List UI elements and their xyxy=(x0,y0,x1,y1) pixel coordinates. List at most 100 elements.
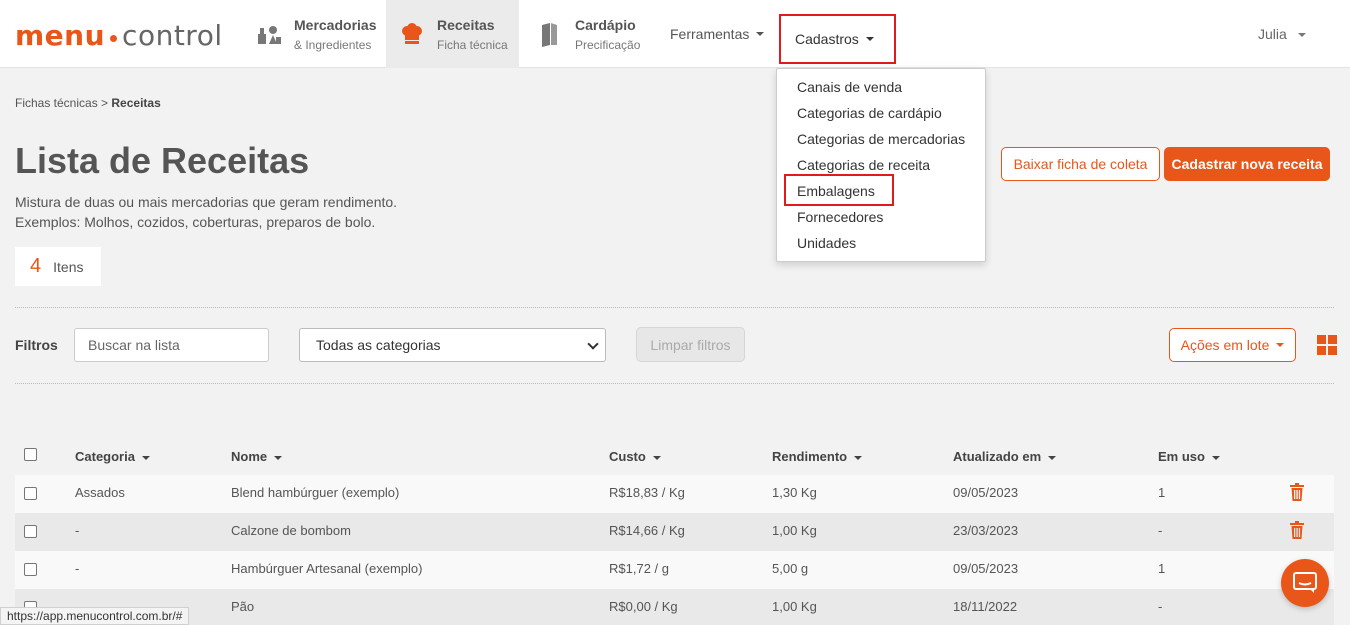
chat-icon xyxy=(1293,572,1317,593)
col-emuso-label: Em uso xyxy=(1158,449,1205,464)
breadcrumb-parent[interactable]: Fichas técnicas xyxy=(15,96,98,110)
cell-nome[interactable]: Blend hambúrguer (exemplo) xyxy=(231,485,399,500)
divider xyxy=(15,383,1334,384)
sort-icon xyxy=(274,455,283,460)
chevron-down-icon xyxy=(756,32,765,36)
row-checkbox[interactable] xyxy=(24,525,37,538)
bulk-actions-label: Ações em lote xyxy=(1180,337,1270,353)
select-all-checkbox[interactable] xyxy=(24,448,37,461)
logo-dot xyxy=(110,34,118,42)
sort-icon xyxy=(1211,455,1220,460)
nav-cardapio-subtitle: Precificação xyxy=(575,37,641,52)
cell-atualizado: 23/03/2023 xyxy=(953,523,1019,538)
sort-icon xyxy=(854,455,863,460)
breadcrumb: Fichas técnicas > Receitas xyxy=(15,96,161,110)
browser-status-bar: https://app.menucontrol.com.br/# xyxy=(0,607,190,625)
col-emuso[interactable]: Em uso xyxy=(1158,449,1220,464)
table-row[interactable]: Pão R$0,00 / Kg 1,00 Kg 18/11/2022 - xyxy=(15,589,1334,625)
col-nome-label: Nome xyxy=(231,449,268,464)
col-custo[interactable]: Custo xyxy=(609,449,661,464)
nav-receitas-subtitle: Ficha técnica xyxy=(437,37,508,52)
menu-item-unidades[interactable]: Unidades xyxy=(797,235,856,251)
table-row[interactable]: - Hambúrguer Artesanal (exemplo) R$1,72 … xyxy=(15,551,1334,589)
page-title: Lista de Receitas xyxy=(15,140,310,181)
cell-rendimento: 1,00 Kg xyxy=(772,599,817,614)
cell-emuso: 1 xyxy=(1158,561,1166,576)
top-navbar: menu control Mercadorias & Ingredientes … xyxy=(0,0,1350,68)
sort-icon xyxy=(652,455,661,460)
nav-ferramentas-label: Ferramentas xyxy=(670,26,750,42)
cell-nome[interactable]: Calzone de bombom xyxy=(231,523,351,538)
col-custo-label: Custo xyxy=(609,449,646,464)
col-categoria-label: Categoria xyxy=(75,449,135,464)
cell-custo: R$18,83 / Kg xyxy=(609,485,685,500)
chevron-down-icon xyxy=(1276,343,1285,347)
table-row[interactable]: - Calzone de bombom R$14,66 / Kg 1,00 Kg… xyxy=(15,513,1334,551)
row-checkbox[interactable] xyxy=(24,563,37,576)
cell-categoria: Assados xyxy=(75,485,125,500)
sort-icon xyxy=(1048,455,1057,460)
breadcrumb-current: Receitas xyxy=(111,96,161,110)
table-row[interactable]: Assados Blend hambúrguer (exemplo) R$18,… xyxy=(15,475,1334,513)
nav-cardapio[interactable]: Cardápio Precificação xyxy=(519,0,647,68)
table-header: Categoria Nome Custo Rendimento Atualiza… xyxy=(15,437,1334,475)
breadcrumb-separator: > xyxy=(97,96,112,110)
menu-item-categorias-de-mercadorias[interactable]: Categorias de mercadorias xyxy=(797,131,965,147)
menu-item-categorias-de-receita[interactable]: Categorias de receita xyxy=(797,157,930,173)
cell-custo: R$1,72 / g xyxy=(609,561,669,576)
cell-nome[interactable]: Pão xyxy=(231,599,254,614)
cell-custo: R$14,66 / Kg xyxy=(609,523,685,538)
category-select[interactable]: Todas as categorias xyxy=(299,328,606,362)
row-checkbox[interactable] xyxy=(24,487,37,500)
logo-menu-text: menu xyxy=(15,18,106,52)
cell-rendimento: 5,00 g xyxy=(772,561,809,576)
filters-label: Filtros xyxy=(15,337,58,353)
page-description-line2: Exemplos: Molhos, cozidos, coberturas, p… xyxy=(15,214,376,230)
trash-icon[interactable] xyxy=(1290,483,1304,501)
cell-categoria: - xyxy=(75,561,80,576)
nav-cadastros[interactable]: Cadastros xyxy=(779,14,896,64)
nav-cardapio-title: Cardápio xyxy=(575,16,636,33)
bulk-actions-button[interactable]: Ações em lote xyxy=(1169,328,1296,362)
embalagens-highlight-box xyxy=(784,174,894,206)
page-description-line1: Mistura de duas ou mais mercadorias que … xyxy=(15,194,398,210)
cell-emuso: - xyxy=(1158,523,1163,538)
nav-cadastros-label: Cadastros xyxy=(795,31,859,47)
new-recipe-button[interactable]: Cadastrar nova receita xyxy=(1164,147,1330,181)
trash-icon[interactable] xyxy=(1290,521,1304,539)
items-count-number: 4 xyxy=(30,255,42,277)
category-select-value: Todas as categorias xyxy=(316,337,441,353)
chef-hat-icon xyxy=(399,21,425,47)
nav-receitas-title: Receitas xyxy=(437,16,495,33)
col-nome[interactable]: Nome xyxy=(231,449,283,464)
nav-mercadorias-title: Mercadorias xyxy=(294,16,377,33)
col-atualizado[interactable]: Atualizado em xyxy=(953,449,1057,464)
cell-rendimento: 1,00 Kg xyxy=(772,523,817,538)
nav-receitas[interactable]: Receitas Ficha técnica xyxy=(386,0,519,68)
clear-filters-button[interactable]: Limpar filtros xyxy=(636,327,745,362)
cell-rendimento: 1,30 Kg xyxy=(772,485,817,500)
cell-atualizado: 18/11/2022 xyxy=(953,599,1018,614)
user-menu[interactable]: Julia xyxy=(1258,26,1306,42)
chat-support-button[interactable] xyxy=(1281,559,1329,607)
logo[interactable]: menu control xyxy=(15,18,223,52)
cell-custo: R$0,00 / Kg xyxy=(609,599,678,614)
user-name: Julia xyxy=(1258,26,1287,42)
cell-categoria: - xyxy=(75,523,80,538)
grid-view-icon[interactable] xyxy=(1317,335,1337,355)
nav-mercadorias[interactable]: Mercadorias & Ingredientes xyxy=(248,0,386,68)
menu-item-canais-de-venda[interactable]: Canais de venda xyxy=(797,79,902,95)
cell-emuso: - xyxy=(1158,599,1163,614)
items-count: 4 Itens xyxy=(15,247,101,286)
col-categoria[interactable]: Categoria xyxy=(75,449,150,464)
download-sheet-button[interactable]: Baixar ficha de coleta xyxy=(1001,147,1160,181)
divider xyxy=(15,307,1334,308)
cell-nome[interactable]: Hambúrguer Artesanal (exemplo) xyxy=(231,561,422,576)
menu-item-categorias-de-cardapio[interactable]: Categorias de cardápio xyxy=(797,105,942,121)
menu-item-fornecedores[interactable]: Fornecedores xyxy=(797,209,883,225)
menu-book-icon xyxy=(537,21,563,47)
col-rendimento[interactable]: Rendimento xyxy=(772,449,863,464)
nav-ferramentas[interactable]: Ferramentas xyxy=(660,0,765,68)
chevron-down-icon xyxy=(587,338,599,350)
search-input[interactable] xyxy=(74,328,269,362)
